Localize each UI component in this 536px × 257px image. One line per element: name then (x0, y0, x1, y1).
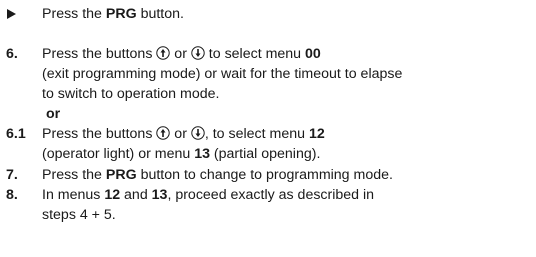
instruction-list: Press the PRG button. 6. Press the butto… (0, 0, 536, 257)
or-separator-text: or (46, 106, 61, 122)
step-6-text-2: (exit programming mode) or wait for the … (42, 66, 403, 82)
step-7-number: 7. (6, 167, 18, 183)
step-8-number: 8. (6, 187, 18, 203)
step-8-text-1: In menus 12 and 13, proceed exactly as d… (42, 187, 375, 203)
step-6-text-1: Press the buttons or to select menu 00 (42, 46, 321, 62)
bullet-step-text: Press the PRG button. (42, 6, 184, 22)
step-6-1-text-2: (operator light) or menu 13 (partial ope… (42, 146, 321, 162)
arrow-down-button-icon (191, 126, 205, 140)
arrow-down-button-icon (191, 46, 205, 60)
bullet-arrow-icon (7, 9, 16, 19)
step-8-text-2: steps 4 + 5. (42, 207, 116, 223)
arrow-up-button-icon (156, 46, 171, 60)
step-6-1-number: 6.1 (6, 126, 26, 142)
step-6-number: 6. (6, 46, 18, 62)
step-6-1-text-1: Press the buttons or , to select menu 12 (42, 126, 325, 142)
step-6-text-3: to switch to operation mode. (42, 86, 220, 102)
step-7-text: Press the PRG button to change to progra… (42, 167, 393, 183)
arrow-up-button-icon (156, 126, 171, 140)
